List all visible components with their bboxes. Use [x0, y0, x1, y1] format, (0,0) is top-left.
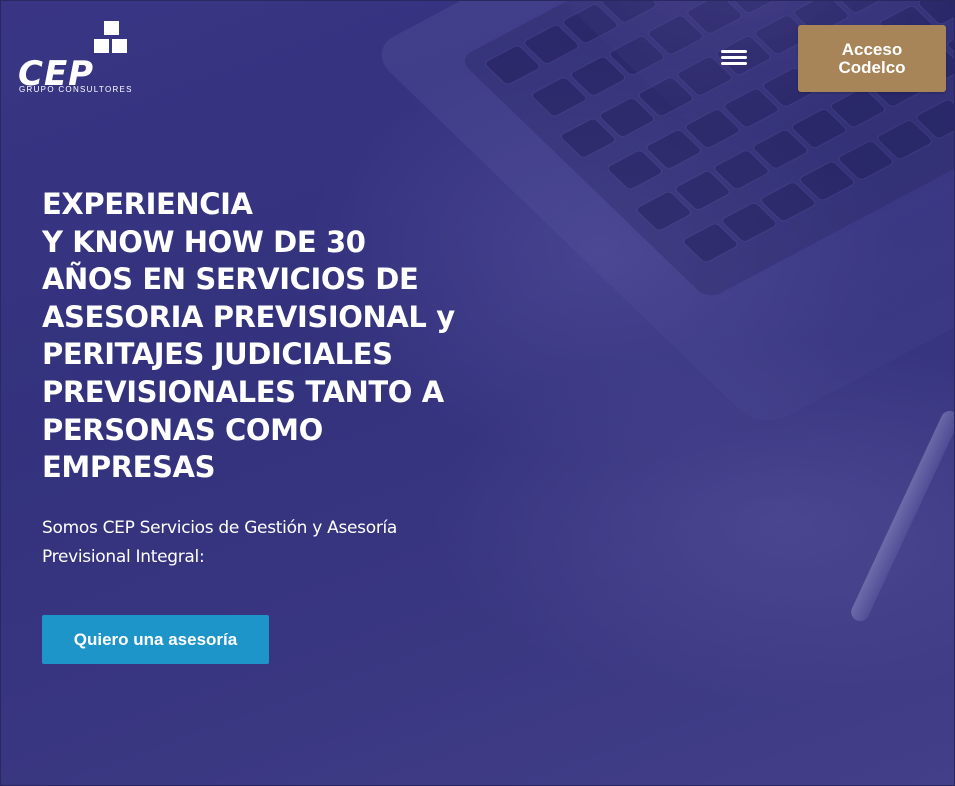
- headline-line: ASESORIA PREVISIONAL y: [42, 299, 455, 334]
- headline-line: PERSONAS COMO: [42, 412, 323, 447]
- headline-line: AÑOS EN SERVICIOS DE: [42, 262, 419, 297]
- subtitle-line: Somos CEP Servicios de Gestión y Asesorí…: [42, 518, 398, 538]
- logo-subtitle: GRUPO CONSULTORES: [19, 85, 133, 94]
- subtitle-line: Previsional Integral:: [42, 547, 205, 567]
- hero-subtitle: Somos CEP Servicios de Gestión y Asesorí…: [42, 514, 462, 572]
- headline-line: PREVISIONALES TANTO A: [42, 374, 444, 409]
- hero-section: CEP GRUPO CONSULTORES Acceso Codelco EXP…: [0, 0, 955, 786]
- headline-line: PERITAJES JUDICIALES: [42, 337, 393, 372]
- logo-block: [112, 39, 127, 53]
- cep-logo[interactable]: CEP GRUPO CONSULTORES: [18, 21, 133, 97]
- headline-line: Y KNOW HOW DE 30: [42, 224, 366, 259]
- headline-line: EMPRESAS: [42, 450, 216, 485]
- logo-block: [94, 39, 109, 53]
- stacked-blocks-logo-icon: [104, 21, 119, 35]
- headline-line: EXPERIENCIA: [42, 187, 253, 221]
- request-advice-button[interactable]: Quiero una asesoría: [42, 615, 269, 664]
- hamburger-menu-icon[interactable]: [719, 47, 749, 71]
- acceso-codelco-button[interactable]: Acceso Codelco: [798, 25, 946, 92]
- hero-headline: EXPERIENCIA Y KNOW HOW DE 30 AÑOS EN SER…: [42, 186, 482, 487]
